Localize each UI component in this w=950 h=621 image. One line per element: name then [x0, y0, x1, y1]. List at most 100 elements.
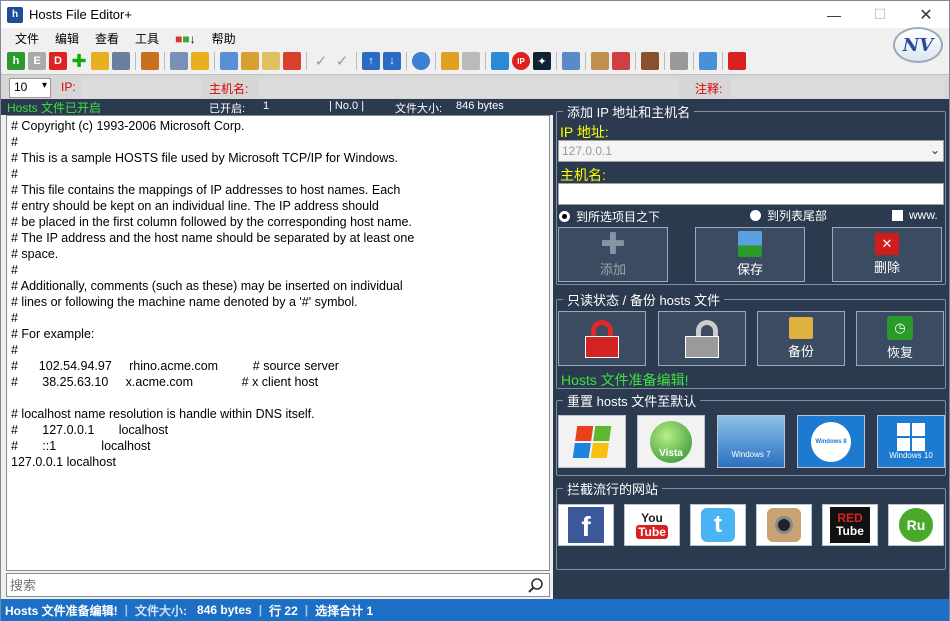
tools-icon[interactable] — [141, 52, 159, 70]
delete-label: 删除 — [873, 260, 900, 275]
menu-tools[interactable]: 工具 — [127, 30, 167, 47]
menu-edit[interactable]: 编辑 — [47, 30, 87, 47]
delete-x-icon: ✕ — [875, 233, 899, 255]
editor-line[interactable]: 127.0.0.1 localhost — [11, 454, 545, 470]
star-icon[interactable]: ✦ — [533, 52, 551, 70]
minimize-button[interactable]: — — [811, 1, 857, 28]
windows-block-icon[interactable] — [491, 52, 509, 70]
folder-icon[interactable] — [191, 52, 209, 70]
menu-file[interactable]: 文件 — [7, 30, 47, 47]
editor-line[interactable]: # 38.25.63.10 x.acme.com # x client host — [11, 374, 545, 390]
flag-icon[interactable] — [612, 52, 630, 70]
archive-icon[interactable] — [641, 52, 659, 70]
add-button[interactable]: ✚ 添加 — [558, 227, 668, 282]
reset-vista-button[interactable]: Vista — [637, 415, 705, 468]
block-facebook-button[interactable]: f — [558, 504, 614, 546]
editor-line[interactable]: # ::1 localhost — [11, 438, 545, 454]
hand-icon[interactable] — [591, 52, 609, 70]
editor-line[interactable]: # — [11, 310, 545, 326]
check-all-icon[interactable]: ✓ — [333, 52, 351, 70]
new-file-icon[interactable] — [220, 52, 238, 70]
reset-win10-button[interactable]: Windows 10 — [877, 415, 945, 468]
restore-button[interactable]: ◷ 恢复 — [856, 311, 944, 366]
reset-group-title: 重置 hosts 文件至默认 — [563, 391, 701, 410]
reset-win8-button[interactable]: Windows 8 — [797, 415, 865, 468]
open-folder-icon[interactable] — [91, 52, 109, 70]
editor-line[interactable]: # space. — [11, 246, 545, 262]
search-bar — [6, 573, 550, 597]
expand-icon[interactable] — [699, 52, 717, 70]
editor-line[interactable]: # — [11, 134, 545, 150]
editor-line[interactable]: # — [11, 342, 545, 358]
hosts-text-editor[interactable]: # Copyright (c) 1993-2006 Microsoft Corp… — [6, 115, 550, 571]
delete-d-icon[interactable]: D — [49, 52, 67, 70]
count-select[interactable]: 10 — [9, 78, 51, 98]
comment-input[interactable] — [731, 78, 945, 98]
editor-line[interactable]: # The IP address and the host name shoul… — [11, 230, 545, 246]
ip-icon[interactable]: IP — [512, 52, 530, 70]
move-up-icon[interactable]: ↑ — [362, 52, 380, 70]
save-disk-icon[interactable] — [112, 52, 130, 70]
ip-input[interactable] — [81, 78, 201, 98]
editor-line[interactable]: # — [11, 166, 545, 182]
windows-vista-icon: Vista — [650, 420, 692, 463]
export-icon[interactable] — [241, 52, 259, 70]
unlock-writable-button[interactable] — [658, 311, 746, 366]
editor-line[interactable]: # — [11, 262, 545, 278]
block-youtube-button[interactable]: You Tube — [624, 504, 680, 546]
status-size-value: 846 bytes — [197, 603, 252, 617]
clear-icon[interactable] — [283, 52, 301, 70]
reset-winxp-button[interactable] — [558, 415, 626, 468]
shield-icon[interactable] — [441, 52, 459, 70]
backup-button[interactable]: 备份 — [757, 311, 845, 366]
move-down-icon[interactable]: ↓ — [383, 52, 401, 70]
editor-line[interactable]: # For example: — [11, 326, 545, 342]
ip-address-combo[interactable]: 127.0.0.1 ⌄ — [558, 140, 944, 162]
editor-line[interactable]: # lines or following the machine name de… — [11, 294, 545, 310]
block-ru-button[interactable]: Ru — [888, 504, 944, 546]
maximize-button[interactable]: ☐ — [857, 1, 903, 28]
editor-line[interactable]: # This is a sample HOSTS file used by Mi… — [11, 150, 545, 166]
toolbar-separator — [485, 52, 486, 70]
www-checkbox[interactable]: www. — [892, 208, 938, 222]
editor-line[interactable]: # localhost name resolution is handle wi… — [11, 406, 545, 422]
editor-line[interactable]: # This file contains the mappings of IP … — [11, 182, 545, 198]
editor-line[interactable]: # 127.0.0.1 localhost — [11, 422, 545, 438]
youtube-icon: You Tube — [636, 511, 668, 539]
save-button[interactable]: 保存 — [695, 227, 805, 282]
add-icon[interactable]: ✚ — [70, 51, 88, 71]
edit-pen-icon[interactable] — [170, 52, 188, 70]
editor-line[interactable]: # entry should be kept on an individual … — [11, 198, 545, 214]
radio-below-selected[interactable]: 到所选项目之下 — [559, 208, 660, 225]
toolbar: h E D ✚ ✓ ✓ ↑ ↓ IP ✦ — [1, 49, 891, 73]
lock-icon[interactable] — [670, 52, 688, 70]
host-name-input[interactable] — [558, 183, 944, 205]
editor-line[interactable] — [11, 390, 545, 406]
search-icon[interactable] — [527, 577, 544, 594]
block-instagram-button[interactable] — [756, 504, 812, 546]
block-redtube-button[interactable]: RED Tube — [822, 504, 878, 546]
menu-view[interactable]: 查看 — [87, 30, 127, 47]
lock-readonly-button[interactable] — [558, 311, 646, 366]
search-input[interactable] — [10, 577, 510, 593]
editor-line[interactable]: # Additionally, comments (such as these)… — [11, 278, 545, 294]
china-flag-icon[interactable] — [728, 52, 746, 70]
edit-e-icon[interactable]: E — [28, 52, 46, 70]
block-twitter-button[interactable]: t — [690, 504, 746, 546]
globe-icon[interactable] — [412, 52, 430, 70]
delete-button[interactable]: ✕ 删除 — [832, 227, 942, 282]
shield-gray-icon[interactable] — [462, 52, 480, 70]
close-button[interactable]: ✕ — [903, 1, 949, 28]
menu-help[interactable]: 帮助 — [204, 30, 244, 47]
check-icon[interactable]: ✓ — [312, 52, 330, 70]
radio-end-of-list[interactable]: 到列表尾部 — [750, 207, 827, 224]
hostname-input[interactable] — [259, 78, 679, 98]
hosts-icon[interactable]: h — [7, 52, 25, 70]
editor-line[interactable]: # 102.54.94.97 rhino.acme.com # source s… — [11, 358, 545, 374]
menu-windows[interactable]: ■■↓ — [167, 32, 204, 46]
grid-icon[interactable] — [562, 52, 580, 70]
reset-win7-button[interactable]: Windows 7 — [717, 415, 785, 468]
editor-line[interactable]: # Copyright (c) 1993-2006 Microsoft Corp… — [11, 118, 545, 134]
import-icon[interactable] — [262, 52, 280, 70]
editor-line[interactable]: # be placed in the first column followed… — [11, 214, 545, 230]
